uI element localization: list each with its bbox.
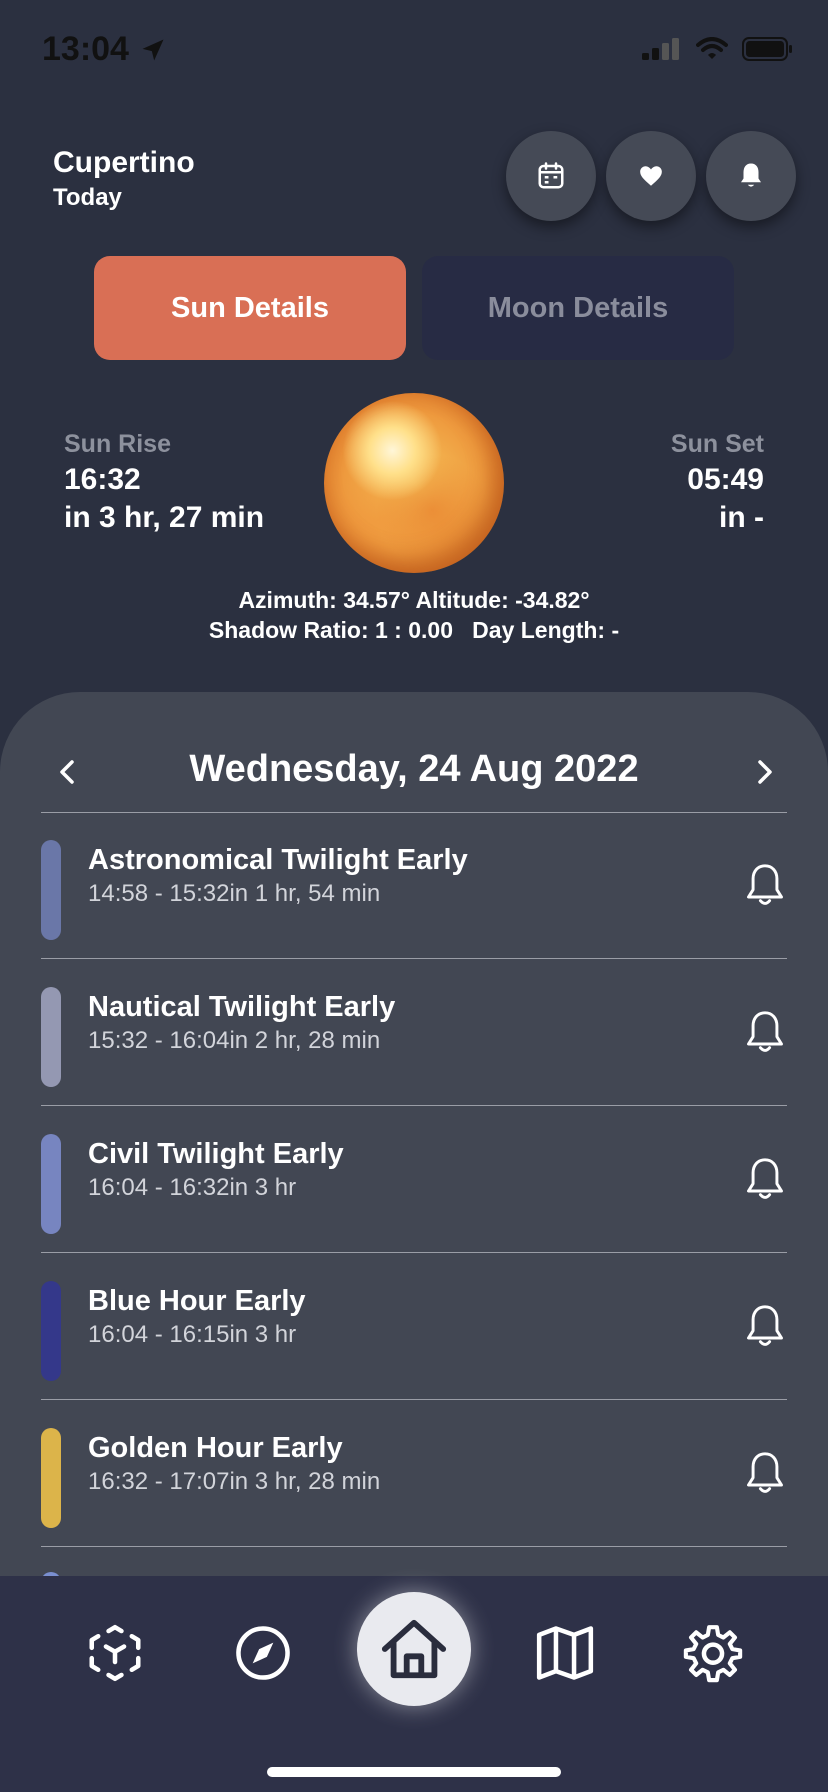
divider — [41, 1546, 787, 1547]
event-color-bar — [41, 1428, 61, 1528]
next-day-icon[interactable] — [750, 754, 780, 790]
azimuth-altitude-text: Azimuth: 34.57° Altitude: -34.82° — [238, 587, 590, 613]
settings-icon[interactable] — [682, 1622, 744, 1684]
bell-icon[interactable] — [743, 1450, 787, 1498]
location-name: Cupertino — [53, 146, 195, 179]
bell-icon[interactable] — [743, 1156, 787, 1204]
wifi-icon — [696, 37, 728, 59]
sun-set-relative: in - — [719, 501, 764, 534]
event-title: Blue Hour Early — [88, 1285, 306, 1317]
location-arrow-icon — [142, 39, 164, 60]
bell-icon[interactable] — [743, 1009, 787, 1057]
sun-set-time: 05:49 — [687, 463, 764, 496]
event-time: 16:04 - 16:15in 3 hr — [88, 1321, 297, 1348]
event-row[interactable]: Civil Twilight Early 16:04 - 16:32in 3 hr — [41, 1106, 787, 1252]
event-time: 16:04 - 16:32in 3 hr — [88, 1174, 297, 1201]
event-color-bar — [41, 1134, 61, 1234]
event-row[interactable]: Nautical Twilight Early 15:32 - 16:04in 2… — [41, 959, 787, 1105]
shadow-daylength-text: Shadow Ratio: 1 : 0.00 Day Length: - — [208, 617, 620, 643]
date-navigator: Wednesday, 24 Aug 2022 — [0, 740, 828, 810]
calendar-button[interactable] — [506, 131, 596, 221]
heart-icon — [640, 166, 662, 186]
event-title: Astronomical Twilight Early — [88, 844, 468, 876]
home-indicator — [267, 1767, 561, 1777]
calendar-icon — [538, 162, 564, 189]
event-title: Civil Twilight Early — [88, 1138, 344, 1170]
compass-icon[interactable] — [232, 1622, 294, 1684]
event-color-bar — [41, 1281, 61, 1381]
notifications-button[interactable] — [706, 131, 796, 221]
sun-rise-label: Sun Rise — [64, 430, 171, 458]
sun-rise-relative: in 3 hr, 27 min — [64, 501, 265, 534]
bell-icon[interactable] — [743, 1303, 787, 1351]
status-bar: 13:04 — [0, 0, 828, 100]
status-time: 13:04 — [42, 30, 129, 68]
home-icon — [381, 1619, 447, 1679]
event-time: 14:58 - 15:32in 1 hr, 54 min — [88, 880, 381, 907]
location-header: Cupertino Today — [53, 146, 195, 212]
event-row[interactable]: Golden Hour Early 16:32 - 17:07in 3 hr, 2… — [41, 1400, 787, 1546]
favorite-button[interactable] — [606, 131, 696, 221]
sun-position-info: Azimuth: 34.57° Altitude: -34.82° Shadow… — [0, 585, 828, 645]
event-title: Nautical Twilight Early — [88, 991, 396, 1023]
sun-image — [324, 393, 504, 573]
bell-icon — [741, 163, 761, 187]
home-button[interactable] — [357, 1592, 471, 1706]
bell-icon[interactable] — [743, 862, 787, 910]
sun-rise-time: 16:32 — [64, 463, 141, 496]
date-title: Wednesday, 24 Aug 2022 — [189, 748, 639, 790]
event-title: Golden Hour Early — [88, 1432, 343, 1464]
map-icon[interactable] — [534, 1622, 596, 1684]
sun-rise-block: Sun Rise 16:32 in 3 hr, 27 min — [64, 430, 264, 535]
event-time: 15:32 - 16:04in 2 hr, 28 min — [88, 1027, 381, 1054]
location-day: Today — [53, 184, 122, 211]
event-row[interactable]: Astronomical Twilight Early 14:58 - 15:32… — [41, 812, 787, 958]
battery-icon — [742, 37, 792, 61]
sun-set-block: Sun Set 05:49 in - — [671, 430, 764, 535]
tab-moon-details[interactable]: Moon Details — [422, 256, 734, 360]
sun-set-label: Sun Set — [670, 430, 764, 458]
event-time: 16:32 - 17:07in 3 hr, 28 min — [88, 1468, 381, 1495]
event-row[interactable]: Blue Hour Early 16:04 - 16:15in 3 hr — [41, 1253, 787, 1399]
event-color-bar — [41, 987, 61, 1087]
cellular-signal-icon — [642, 38, 679, 60]
ar-cube-icon[interactable] — [84, 1622, 146, 1684]
tab-sun-details[interactable]: Sun Details — [94, 256, 406, 360]
event-color-bar — [41, 840, 61, 940]
